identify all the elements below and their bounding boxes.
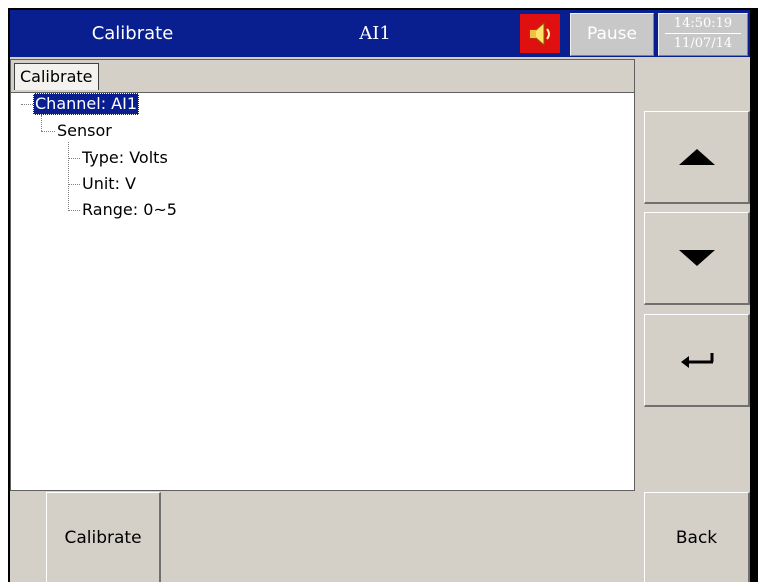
channel-name: AI1 [359, 23, 391, 44]
speaker-icon [529, 21, 550, 46]
tab-calibrate[interactable]: Calibrate [14, 63, 99, 90]
tree-connector [21, 104, 33, 105]
tree-connector [68, 142, 69, 211]
tab-strip: Calibrate [11, 60, 634, 93]
scroll-down-button[interactable] [644, 212, 750, 305]
pause-button[interactable]: Pause [570, 13, 654, 56]
arrow-down-icon [678, 250, 715, 266]
config-tree: Channel: AI1 Sensor Type: Volts Unit: V … [11, 93, 634, 490]
tree-panel: Calibrate Channel: AI1 Sensor Type: Volt… [10, 59, 635, 491]
clock-time: 14:50:19 [673, 16, 733, 31]
tree-node-sensor[interactable]: Sensor [57, 120, 112, 142]
back-button[interactable]: Back [644, 492, 750, 582]
screen-title: Calibrate [91, 23, 174, 44]
tree-node-channel[interactable]: Channel: AI1 [33, 93, 140, 115]
tree-connector [41, 115, 42, 131]
title-bar: Calibrate AI1 Pause 14:50:19 11/07/14 [10, 10, 750, 57]
alarm-speaker-button[interactable] [520, 14, 560, 53]
tree-node-range[interactable]: Range: 0~5 [82, 199, 177, 221]
enter-icon [680, 353, 713, 368]
tree-connector [68, 210, 80, 211]
enter-button[interactable] [644, 314, 750, 407]
scroll-up-button[interactable] [644, 111, 750, 204]
datetime-display: 14:50:19 11/07/14 [658, 13, 748, 56]
hmi-screen: Calibrate AI1 Pause 14:50:19 11/07/14 Ca… [10, 10, 750, 582]
tree-connector [68, 158, 80, 159]
tree-node-unit[interactable]: Unit: V [82, 173, 136, 195]
tree-connector [41, 131, 55, 132]
clock-date: 11/07/14 [673, 36, 733, 51]
arrow-up-icon [678, 149, 715, 165]
calibrate-button[interactable]: Calibrate [46, 492, 161, 582]
tree-connector [68, 184, 80, 185]
tree-node-type[interactable]: Type: Volts [82, 147, 168, 169]
